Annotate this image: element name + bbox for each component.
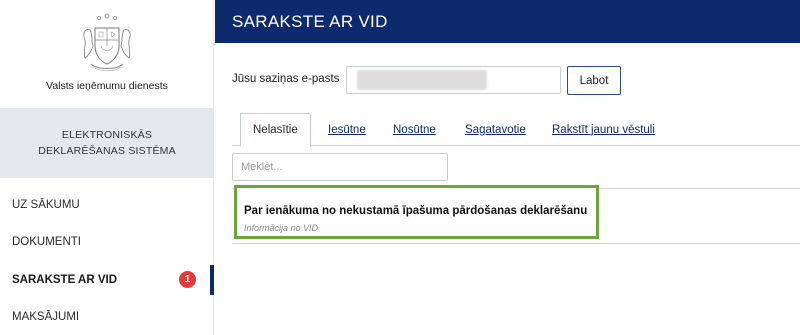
sidebar-item-label: MAKSĀJUMI bbox=[12, 311, 80, 324]
tab-inbox[interactable]: Iesūtne bbox=[328, 113, 366, 146]
search-input[interactable] bbox=[232, 153, 448, 181]
latvia-coat-of-arms-icon bbox=[83, 13, 131, 72]
tab-drafts[interactable]: Sagatavotie bbox=[465, 113, 526, 146]
sidebar-item-label: DOKUMENTI bbox=[12, 236, 81, 249]
active-indicator bbox=[210, 265, 214, 295]
sidebar-item-correspondence[interactable]: SARAKSTE AR VID 1 bbox=[0, 261, 214, 299]
list-divider-bottom bbox=[232, 243, 800, 244]
system-title-line1: ELEKTRONISKĀS bbox=[61, 129, 153, 141]
email-field[interactable] bbox=[346, 66, 561, 94]
sidebar-item-payments[interactable]: MAKSĀJUMI bbox=[0, 299, 214, 335]
main-content: SARAKSTE AR VID Jūsu saziņas e-pasts Lab… bbox=[215, 0, 800, 335]
system-title-box: ELEKTRONISKĀS DEKLARĒŠANAS SISTĒMA bbox=[0, 108, 214, 178]
sidebar-item-home[interactable]: UZ SĀKUMU bbox=[0, 186, 214, 224]
unread-count-badge: 1 bbox=[179, 271, 196, 288]
tab-unread[interactable]: Nelasītie bbox=[240, 113, 311, 147]
message-sender: Informācija no VID bbox=[244, 223, 319, 233]
sidebar: Valsts ieņēmumu dienests ELEKTRONISKĀS D… bbox=[0, 0, 214, 335]
message-item[interactable]: Par ienākuma no nekustamā īpašuma pārdoš… bbox=[234, 185, 599, 239]
edit-email-button[interactable]: Labot bbox=[567, 66, 621, 95]
message-subject: Par ienākuma no nekustamā īpašuma pārdoš… bbox=[244, 205, 588, 217]
email-value-redacted bbox=[357, 70, 487, 90]
tab-sent[interactable]: Nosūtne bbox=[393, 113, 436, 146]
sidebar-item-documents[interactable]: DOKUMENTI bbox=[0, 224, 214, 262]
org-name: Valsts ieņēmumu dienests bbox=[46, 80, 168, 92]
sidebar-nav: UZ SĀKUMU DOKUMENTI SARAKSTE AR VID 1 MA… bbox=[0, 186, 214, 335]
email-label: Jūsu saziņas e-pasts bbox=[232, 73, 340, 85]
tab-new-message[interactable]: Rakstīt jaunu vēstuli bbox=[552, 113, 655, 146]
sidebar-item-label: SARAKSTE AR VID bbox=[12, 273, 117, 286]
page-header: SARAKSTE AR VID bbox=[215, 0, 800, 43]
system-title-line2: DEKLARĒŠANAS SISTĒMA bbox=[38, 145, 176, 157]
message-tabs: Nelasītie Iesūtne Nosūtne Sagatavotie Ra… bbox=[232, 113, 800, 147]
logo-area: Valsts ieņēmumu dienests bbox=[0, 0, 214, 108]
page-title: SARAKSTE AR VID bbox=[232, 12, 388, 31]
sidebar-item-label: UZ SĀKUMU bbox=[12, 198, 80, 211]
